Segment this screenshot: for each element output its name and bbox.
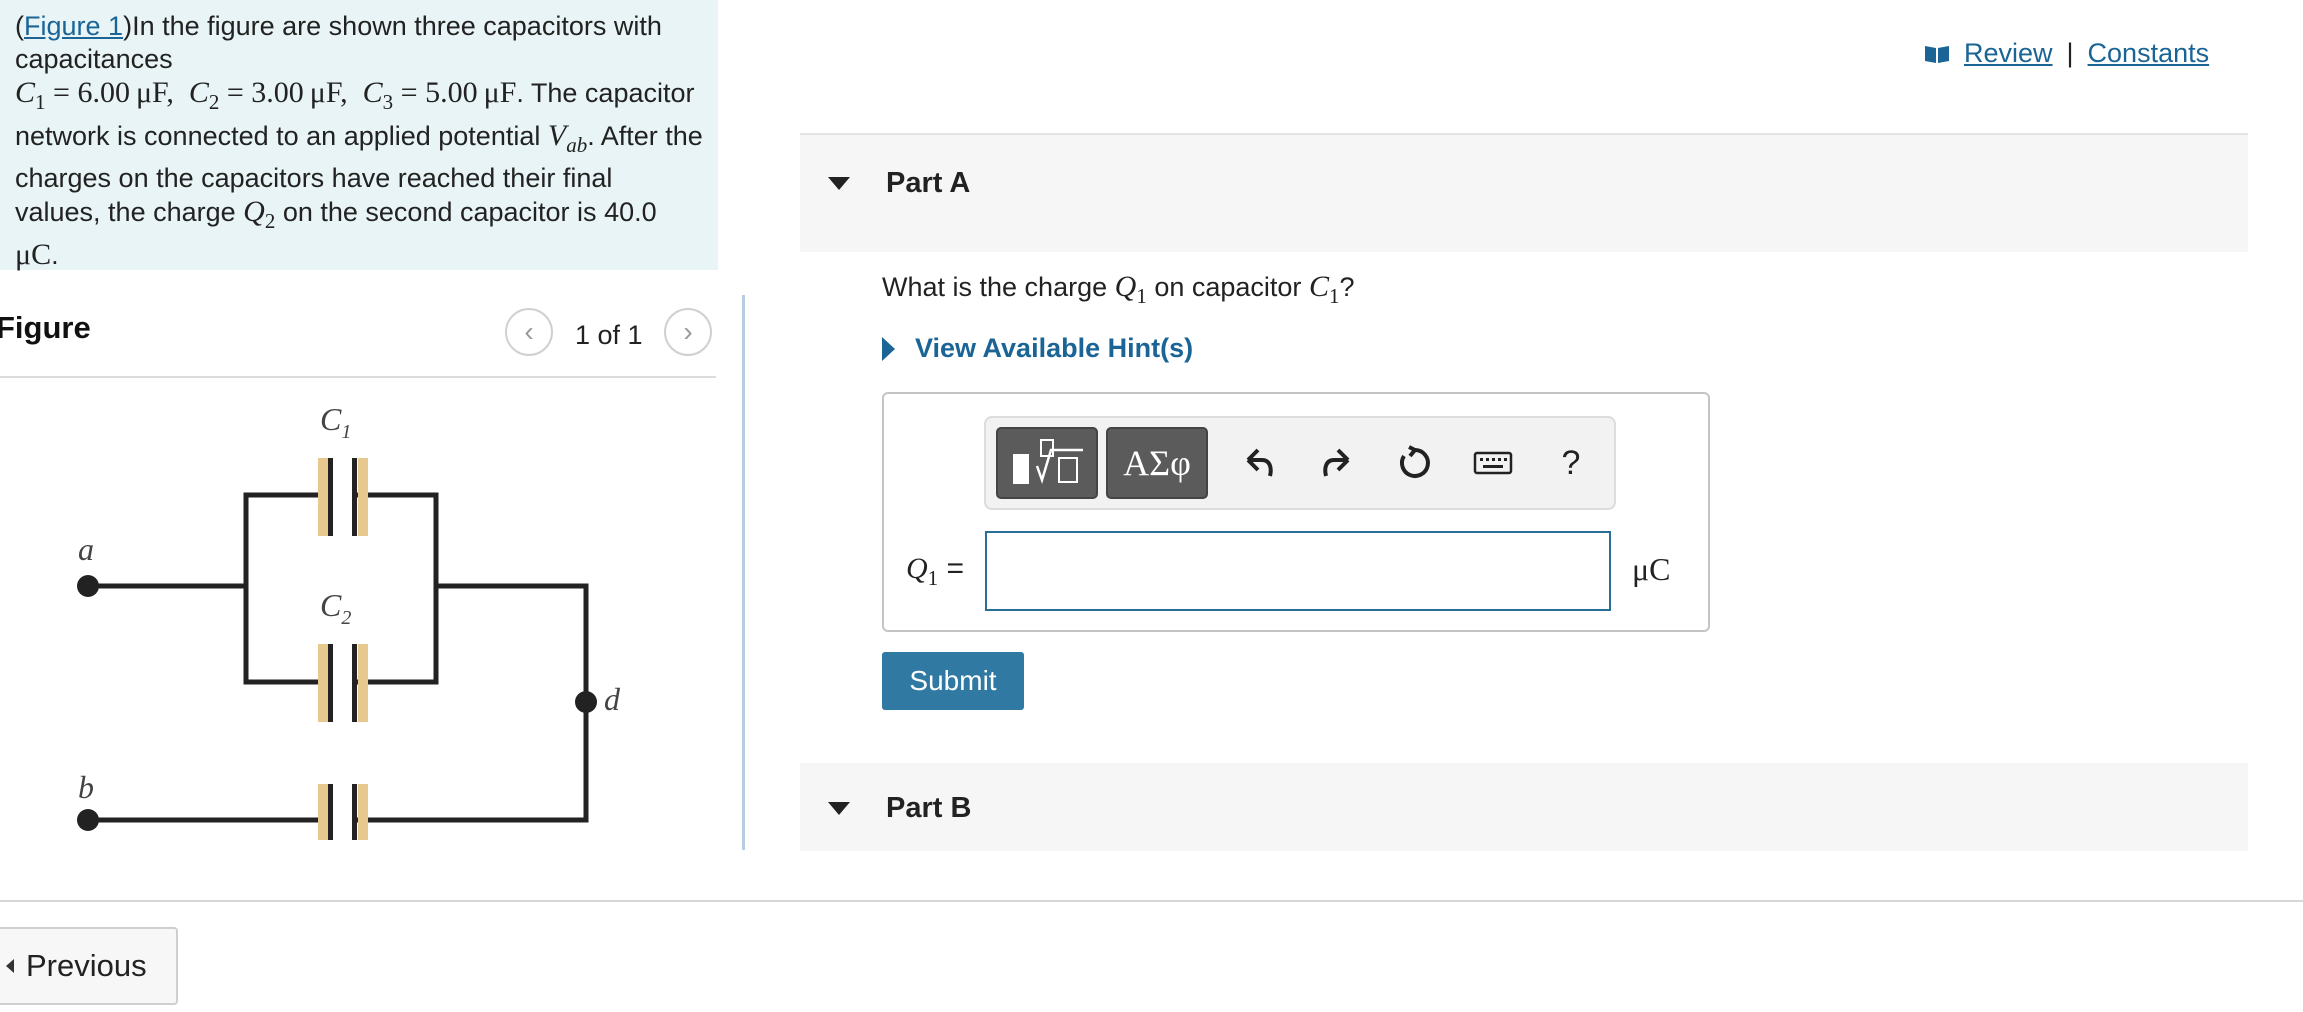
label-a: a: [78, 531, 94, 567]
answer-box: ΑΣφ ? Q1 = μC: [882, 392, 1710, 632]
capacitance-values: C1 = 6.00 μF, C2 = 3.00 μF, C3 = 5.00 μF: [15, 76, 517, 114]
c1-value: 6.00: [77, 76, 130, 109]
keyboard-icon[interactable]: [1470, 440, 1516, 486]
math-toolbar: ΑΣφ ?: [984, 416, 1616, 510]
problem-text: (Figure 1)In the figure are shown three …: [15, 11, 703, 271]
hint-label: View Available Hint(s): [915, 333, 1194, 363]
templates-icon: [1013, 439, 1083, 485]
link-separator: |: [2066, 38, 2074, 68]
figure-prev-button[interactable]: ‹: [505, 308, 553, 356]
review-link[interactable]: Review: [1964, 38, 2053, 69]
c3-unit: μF: [483, 76, 517, 109]
label-b: b: [78, 769, 94, 805]
c1-symbol: C1: [1308, 270, 1340, 308]
question-text: What is the charge Q1 on capacitor C1?: [882, 270, 1354, 309]
footer-divider: [0, 900, 2303, 902]
part-a-label: Part A: [886, 167, 971, 199]
circuit-diagram: C1 C2 a d b: [77, 401, 621, 840]
answer-variable-label: Q1 =: [906, 552, 964, 591]
previous-button[interactable]: Previous: [0, 927, 178, 1005]
terminal-a: [77, 575, 99, 597]
figure-pager-count: 1 of 1: [575, 320, 643, 350]
c3-value: 5.00: [425, 76, 478, 109]
chevron-left-icon: ‹: [524, 316, 534, 347]
panel-splitter[interactable]: [742, 295, 745, 850]
question-post: ?: [1339, 272, 1355, 302]
c2-value: 3.00: [251, 76, 304, 109]
templates-button[interactable]: [996, 427, 1098, 499]
figure-next-button[interactable]: ›: [664, 308, 712, 356]
problem-statement: (Figure 1)In the figure are shown three …: [0, 0, 718, 271]
reset-icon[interactable]: [1392, 440, 1438, 486]
label-c1: C1: [320, 401, 351, 443]
capacitor-c2: [318, 644, 368, 722]
part-b-header[interactable]: Part B: [800, 763, 2248, 851]
caret-down-icon: [828, 177, 850, 190]
answer-input[interactable]: [985, 531, 1611, 611]
q2-unit: μC: [15, 238, 52, 271]
view-hints-toggle[interactable]: View Available Hint(s): [882, 333, 1193, 364]
q1-symbol: Q1: [1114, 270, 1147, 308]
figure-title: Figure: [0, 310, 91, 345]
caret-right-icon: [882, 336, 895, 361]
book-icon: [1925, 45, 1949, 63]
q2-value: 40.0: [604, 197, 657, 227]
label-d: d: [604, 681, 621, 717]
caret-left-icon: [6, 959, 14, 973]
answer-unit: μC: [1632, 551, 1671, 587]
chevron-right-icon: ›: [683, 316, 693, 347]
equals-sign: =: [946, 552, 965, 585]
answer-sub: 1: [927, 566, 939, 590]
figure-link[interactable]: Figure 1: [24, 11, 123, 41]
answer-var: Q: [906, 552, 928, 585]
part-b-label: Part B: [886, 792, 972, 824]
symbols-button[interactable]: ΑΣφ: [1106, 427, 1208, 499]
submit-button[interactable]: Submit: [882, 652, 1024, 710]
circuit-wires: [88, 492, 589, 823]
constants-link[interactable]: Constants: [2088, 38, 2210, 69]
capacitor-c3: [318, 784, 368, 840]
terminal-b: [77, 809, 99, 831]
c1-unit: μF: [135, 76, 167, 109]
terminal-d: [575, 691, 597, 713]
part-a-header[interactable]: Part A: [800, 133, 2248, 252]
label-c2: C2: [320, 587, 351, 629]
question-pre: What is the charge: [882, 272, 1108, 302]
redo-icon[interactable]: [1314, 440, 1360, 486]
top-links: Review | Constants: [1924, 38, 2209, 69]
figure-divider: [0, 376, 716, 378]
q2-symbol: Q2: [243, 195, 276, 233]
question-mid: on capacitor: [1154, 272, 1302, 302]
help-icon[interactable]: ?: [1548, 440, 1594, 486]
problem-text-4: on the second capacitor is: [282, 197, 597, 227]
capacitor-c1: [318, 458, 368, 536]
vab-symbol: Vab: [547, 119, 588, 157]
c2-unit: μF: [309, 76, 341, 109]
undo-icon[interactable]: [1236, 440, 1282, 486]
previous-label: Previous: [26, 948, 147, 983]
caret-down-icon: [828, 802, 850, 815]
